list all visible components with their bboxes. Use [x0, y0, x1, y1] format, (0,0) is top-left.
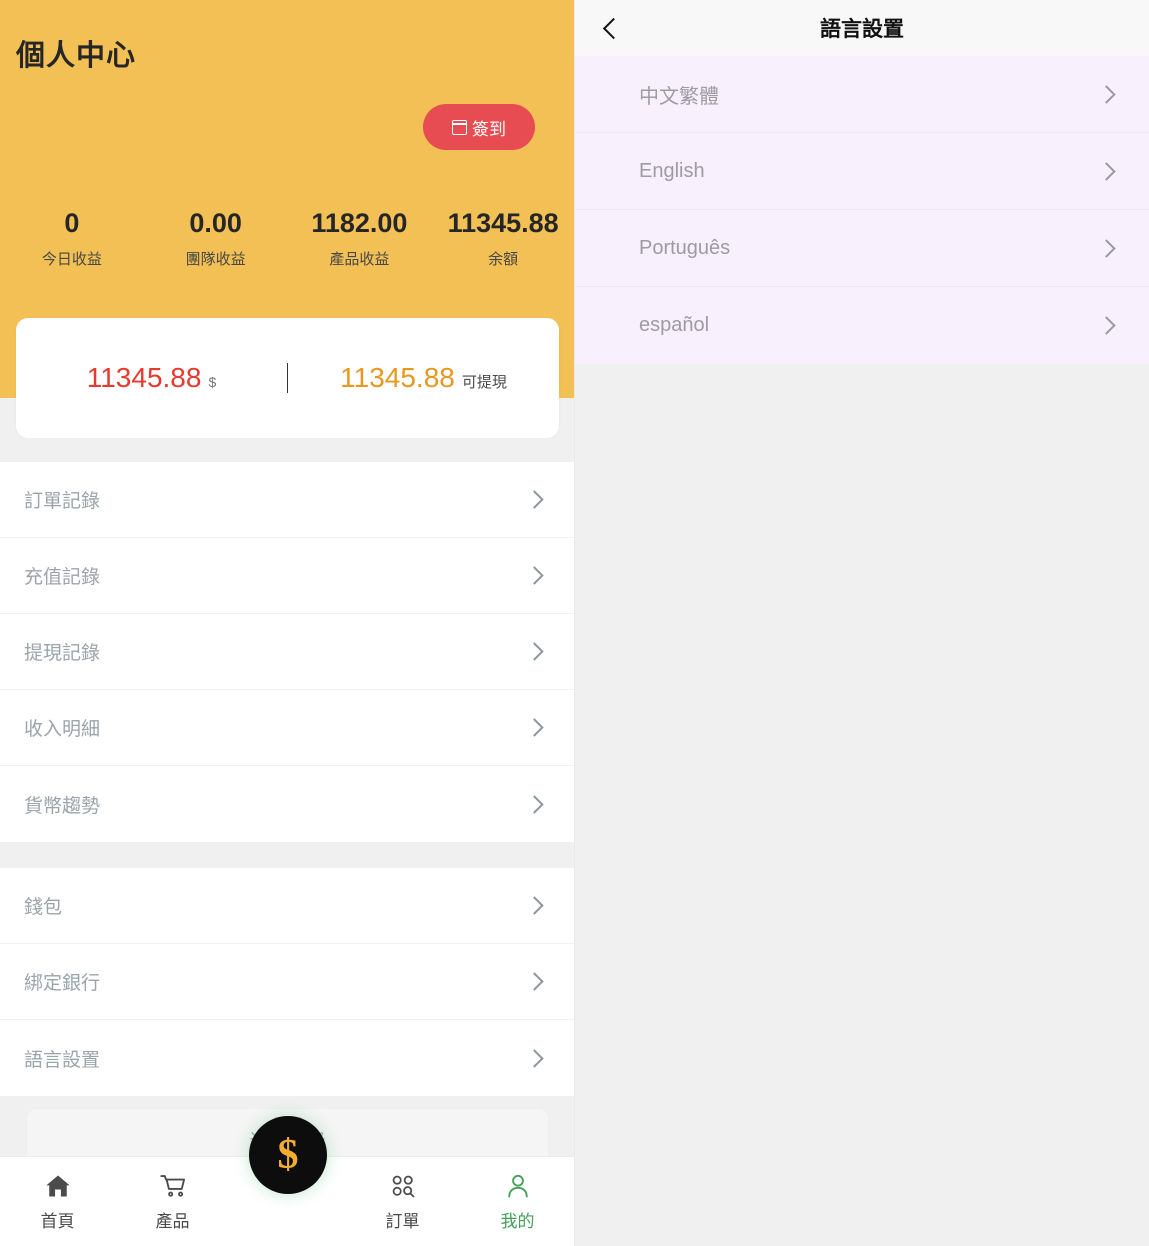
- menu-item-income-details[interactable]: 收入明細: [0, 690, 574, 766]
- stat-value: 0.00: [189, 208, 242, 238]
- back-button[interactable]: [595, 12, 627, 44]
- sign-in-button[interactable]: 簽到: [423, 104, 535, 150]
- sign-in-label: 簽到: [472, 119, 506, 139]
- nav-item-label: 產品: [155, 1211, 190, 1231]
- stat-product-earnings: 1182.00 產品收益: [288, 206, 432, 269]
- chevron-right-icon: [525, 972, 544, 991]
- stats-row: 0 今日收益 0.00 團隊收益 1182.00 產品收益 11345.88 余…: [0, 206, 574, 269]
- chevron-right-icon: [525, 490, 544, 509]
- language-item-espanol[interactable]: español: [575, 287, 1149, 364]
- dollar-icon[interactable]: $: [249, 1116, 327, 1194]
- orders-icon: [392, 1175, 414, 1197]
- nav-item-home[interactable]: 首頁: [0, 1172, 115, 1232]
- language-item-zh-hant[interactable]: 中文繁體: [575, 56, 1149, 133]
- nav-item-products[interactable]: 產品: [115, 1172, 230, 1232]
- nav-item-label: 我的: [500, 1211, 535, 1231]
- app-screen: 個人中心 簽到 0 今日收益 0.00 團隊收益 1182.00 產品收益 11…: [0, 0, 1149, 1246]
- nav-item-label: 訂單: [385, 1211, 420, 1231]
- chevron-right-icon: [525, 718, 544, 737]
- menu-item-order-records[interactable]: 訂單記錄: [0, 462, 574, 538]
- user-icon: [507, 1174, 528, 1197]
- home-icon: [45, 1175, 70, 1196]
- stat-today-earnings: 0 今日收益: [0, 206, 144, 269]
- menu-group-records: 訂單記錄 充值記錄 提現記錄 收入明細 貨幣趨勢: [0, 462, 574, 842]
- menu-item-label: 訂單記錄: [24, 491, 101, 512]
- balance-card: 11345.88 $ 11345.88 可提現: [16, 318, 559, 438]
- stat-balance: 11345.88 余額: [431, 206, 574, 269]
- menu-item-bind-bank[interactable]: 綁定銀行: [0, 944, 574, 1020]
- language-page-title: 語言設置: [820, 18, 904, 41]
- section-gap-2: [0, 843, 574, 868]
- chevron-right-icon: [1097, 238, 1116, 258]
- language-settings-panel: 語言設置 中文繁體 English Português español: [575, 0, 1149, 1246]
- menu-item-label: 充值記錄: [24, 567, 101, 588]
- stat-label: 今日收益: [41, 251, 102, 268]
- menu-item-label: 貨幣趨勢: [24, 795, 101, 817]
- bottom-navigation: 首頁 產品 訂單 我的 $: [0, 1116, 574, 1246]
- balance-withdrawable-value: 11345.88: [340, 362, 455, 393]
- chevron-right-icon: [525, 642, 544, 661]
- stat-value: 0: [64, 208, 80, 238]
- menu-item-label: 語言設置: [24, 1049, 101, 1071]
- nav-item-label: 首頁: [40, 1211, 75, 1231]
- language-item-portugues[interactable]: Português: [575, 210, 1149, 287]
- menu-item-label: 綁定銀行: [24, 973, 101, 994]
- language-list: 中文繁體 English Português español: [575, 56, 1149, 364]
- menu-item-wallet[interactable]: 錢包: [0, 868, 574, 944]
- profile-panel: 個人中心 簽到 0 今日收益 0.00 團隊收益 1182.00 產品收益 11…: [0, 0, 575, 1246]
- stat-label: 產品收益: [329, 251, 390, 268]
- language-page-header: 語言設置: [575, 0, 1149, 56]
- chevron-right-icon: [1097, 316, 1116, 335]
- stat-value: 11345.88: [447, 208, 559, 238]
- chevron-right-icon: [525, 794, 544, 814]
- menu-group-settings: 錢包 綁定銀行 語言設置: [0, 868, 574, 1096]
- balance-withdrawable: 11345.88 可提現: [288, 362, 559, 394]
- menu-item-withdrawal-records[interactable]: 提現記錄: [0, 614, 574, 690]
- chevron-right-icon: [525, 896, 544, 915]
- menu-item-currency-trend[interactable]: 貨幣趨勢: [0, 766, 574, 842]
- cart-icon: [159, 1174, 185, 1197]
- menu-item-label: 提現記錄: [24, 643, 101, 664]
- language-item-label: Português: [639, 236, 731, 259]
- chevron-right-icon: [1097, 84, 1116, 104]
- menu-item-language-settings[interactable]: 語言設置: [0, 1020, 574, 1096]
- menu-item-label: 錢包: [24, 897, 63, 918]
- stat-team-earnings: 0.00 團隊收益: [144, 206, 288, 269]
- stat-label: 余額: [488, 251, 519, 268]
- balance-total-value: 11345.88: [86, 362, 202, 393]
- chevron-right-icon: [525, 1048, 544, 1068]
- chevron-right-icon: [1097, 161, 1116, 181]
- nav-item-orders[interactable]: 訂單: [345, 1172, 460, 1232]
- section-gap-1: [0, 438, 574, 462]
- language-item-label: 中文繁體: [639, 85, 719, 108]
- stat-value: 1182.00: [311, 208, 408, 238]
- language-item-label: English: [639, 159, 705, 182]
- calendar-icon: [452, 119, 467, 135]
- menu-item-recharge-records[interactable]: 充值記錄: [0, 538, 574, 614]
- stat-label: 團隊收益: [185, 251, 246, 268]
- chevron-right-icon: [525, 566, 544, 585]
- language-item-english[interactable]: English: [575, 133, 1149, 210]
- chevron-left-icon: [602, 17, 624, 39]
- balance-total-unit: $: [208, 374, 217, 390]
- nav-item-mine[interactable]: 我的: [460, 1172, 574, 1232]
- language-item-label: español: [639, 314, 710, 336]
- page-title: 個人中心: [16, 40, 137, 72]
- menu-item-label: 收入明細: [24, 719, 101, 740]
- balance-withdrawable-label: 可提現: [461, 374, 507, 391]
- balance-total: 11345.88 $: [16, 362, 287, 394]
